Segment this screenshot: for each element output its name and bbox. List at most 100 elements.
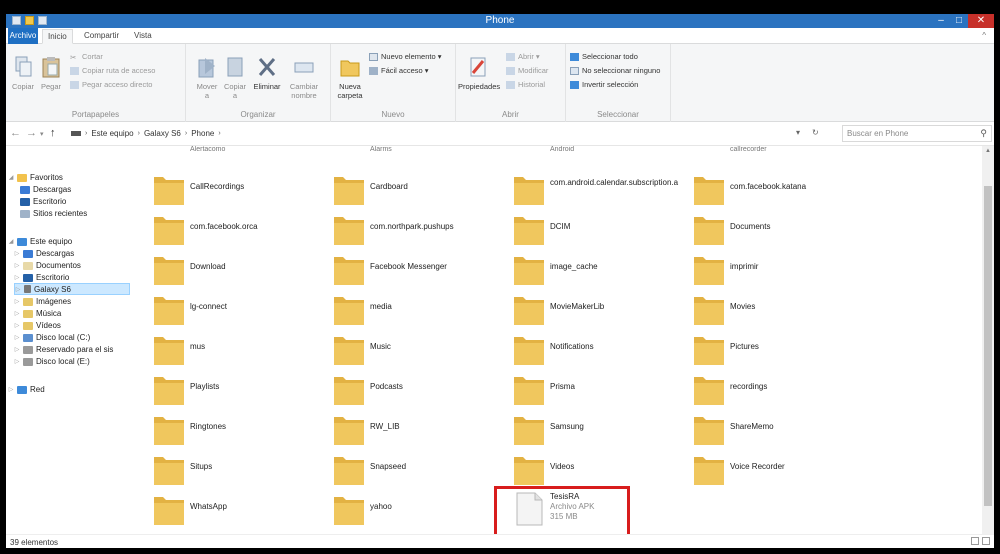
folder-item[interactable]: yahoo <box>326 490 506 530</box>
minimize-button[interactable]: – <box>932 14 950 28</box>
refresh-button[interactable]: ↻ <box>812 128 819 137</box>
collapse-arrow-icon[interactable]: ▷ <box>14 322 20 329</box>
tab-vista[interactable]: Vista <box>134 31 152 40</box>
open-button[interactable]: Abrir ▾ <box>506 52 540 61</box>
invert-selection-button[interactable]: Invertir selección <box>570 80 638 89</box>
folder-item[interactable]: Prisma <box>506 370 686 410</box>
folder-item[interactable]: CallRecordings <box>146 170 326 210</box>
folder-item[interactable]: Samsung <box>506 410 686 450</box>
folder-item[interactable]: Playlists <box>146 370 326 410</box>
up-button[interactable]: ↑ <box>50 127 56 139</box>
ribbon-expand-icon[interactable]: ^ <box>982 31 986 40</box>
address-field[interactable]: › Este equipo › Galaxy S6 › Phone › <box>66 126 826 141</box>
scroll-up-icon[interactable]: ▲ <box>985 148 991 154</box>
nav-pc-disco-c[interactable]: ▷ Disco local (C:) <box>14 332 91 343</box>
nav-pc-videos[interactable]: ▷ Vídeos <box>14 320 61 331</box>
delete-button[interactable]: Eliminar <box>252 56 282 91</box>
properties-button[interactable]: Propiedades <box>458 56 500 91</box>
folder-item[interactable]: imprimir <box>686 250 866 290</box>
folder-item[interactable]: Situps <box>146 450 326 490</box>
collapse-arrow-icon[interactable]: ▷ <box>15 286 21 293</box>
nav-pc-imagenes[interactable]: ▷ Imágenes <box>14 296 71 307</box>
nav-pc-disco-e[interactable]: ▷ Disco local (E:) <box>14 356 90 367</box>
search-input[interactable]: Buscar en Phone ⚲ <box>842 125 992 142</box>
nav-fav-escritorio[interactable]: Escritorio <box>20 196 66 207</box>
collapse-arrow-icon[interactable]: ▷ <box>14 298 20 305</box>
scrollbar-thumb[interactable] <box>984 186 992 506</box>
nav-pc-reservado[interactable]: ▷ Reservado para el sis <box>14 344 114 355</box>
new-folder-button[interactable]: Nueva carpeta <box>335 56 365 100</box>
nav-este-equipo[interactable]: ◢ Este equipo <box>8 236 73 247</box>
collapse-arrow-icon[interactable]: ▷ <box>14 250 20 257</box>
collapse-arrow-icon[interactable]: ▷ <box>14 274 20 281</box>
folder-item[interactable]: MovieMakerLib <box>506 290 686 330</box>
search-icon[interactable]: ⚲ <box>980 128 987 139</box>
move-to-button[interactable]: Mover a <box>194 56 220 100</box>
folder-item[interactable]: Podcasts <box>326 370 506 410</box>
easy-access-button[interactable]: Fácil acceso ▾ <box>369 66 429 75</box>
details-view-icon[interactable] <box>971 537 979 545</box>
history-button[interactable]: Historial <box>506 80 545 89</box>
folder-item[interactable]: Snapseed <box>326 450 506 490</box>
close-button[interactable]: ✕ <box>968 14 994 28</box>
folder-item[interactable]: RW_LIB <box>326 410 506 450</box>
vertical-scrollbar[interactable]: ▲ <box>982 146 994 534</box>
folder-item[interactable]: Download <box>146 250 326 290</box>
folder-item[interactable]: Documents <box>686 210 866 250</box>
breadcrumb-este-equipo[interactable]: Este equipo <box>91 129 133 138</box>
copy-button[interactable]: Copiar <box>10 56 36 91</box>
large-icons-view-icon[interactable] <box>982 537 990 545</box>
folder-item[interactable]: Videos <box>506 450 686 490</box>
folder-item[interactable]: image_cache <box>506 250 686 290</box>
folder-item[interactable]: Voice Recorder <box>686 450 866 490</box>
collapse-arrow-icon[interactable]: ▷ <box>14 262 20 269</box>
rename-button[interactable]: Cambiar nombre <box>286 56 322 100</box>
select-all-button[interactable]: Seleccionar todo <box>570 52 638 61</box>
expand-arrow-icon[interactable]: ◢ <box>8 238 14 245</box>
nav-pc-descargas[interactable]: ▷ Descargas <box>14 248 75 259</box>
edit-button[interactable]: Modificar <box>506 66 548 75</box>
folder-item[interactable]: com.northpark.pushups <box>326 210 506 250</box>
folder-item[interactable]: Music <box>326 330 506 370</box>
collapse-arrow-icon[interactable]: ▷ <box>8 386 14 393</box>
collapse-arrow-icon[interactable]: ▷ <box>14 334 20 341</box>
back-button[interactable]: ← <box>10 127 21 139</box>
folder-item[interactable]: Notifications <box>506 330 686 370</box>
nav-pc-escritorio[interactable]: ▷ Escritorio <box>14 272 70 283</box>
forward-button[interactable]: → <box>26 127 37 139</box>
copy-path-button[interactable]: Copiar ruta de acceso <box>70 66 155 75</box>
folder-item[interactable]: Ringtones <box>146 410 326 450</box>
cut-button[interactable]: ✂ Cortar <box>70 52 103 62</box>
folder-item[interactable]: com.android.calendar.subscription.a <box>506 170 686 210</box>
folder-item[interactable]: media <box>326 290 506 330</box>
folder-item[interactable]: DCIM <box>506 210 686 250</box>
folder-item[interactable]: mus <box>146 330 326 370</box>
folder-item[interactable]: Cardboard <box>326 170 506 210</box>
tab-inicio[interactable]: Inicio <box>42 29 73 44</box>
nav-pc-galaxy-s6[interactable]: ▷ Galaxy S6 <box>14 283 130 295</box>
recent-locations-button[interactable]: ▾ <box>40 130 44 138</box>
folder-item[interactable]: ShareMemo <box>686 410 866 450</box>
paste-button[interactable]: Pegar <box>38 56 64 91</box>
nav-fav-sitios-recientes[interactable]: Sitios recientes <box>20 208 87 219</box>
breadcrumb-phone[interactable]: Phone <box>191 129 214 138</box>
collapse-arrow-icon[interactable]: ▷ <box>14 358 20 365</box>
expand-arrow-icon[interactable]: ◢ <box>8 174 14 181</box>
nav-pc-musica[interactable]: ▷ Música <box>14 308 62 319</box>
tab-archivo[interactable]: Archivo <box>8 28 38 44</box>
folder-item[interactable]: Facebook Messenger <box>326 250 506 290</box>
folder-item[interactable]: Pictures <box>686 330 866 370</box>
tab-compartir[interactable]: Compartir <box>84 31 119 40</box>
select-none-button[interactable]: No seleccionar ninguno <box>570 66 660 75</box>
collapse-arrow-icon[interactable]: ▷ <box>14 346 20 353</box>
folder-item[interactable]: recordings <box>686 370 866 410</box>
breadcrumb-galaxy-s6[interactable]: Galaxy S6 <box>144 129 181 138</box>
new-item-button[interactable]: Nuevo elemento ▾ <box>369 52 441 61</box>
folder-item[interactable]: com.facebook.orca <box>146 210 326 250</box>
nav-pc-documentos[interactable]: ▷ Documentos <box>14 260 81 271</box>
folder-item[interactable]: com.facebook.katana <box>686 170 866 210</box>
nav-favoritos[interactable]: ◢ Favoritos <box>8 172 63 183</box>
maximize-button[interactable]: □ <box>950 14 968 28</box>
nav-red[interactable]: ▷ Red <box>8 384 45 395</box>
nav-fav-descargas[interactable]: Descargas <box>20 184 71 195</box>
